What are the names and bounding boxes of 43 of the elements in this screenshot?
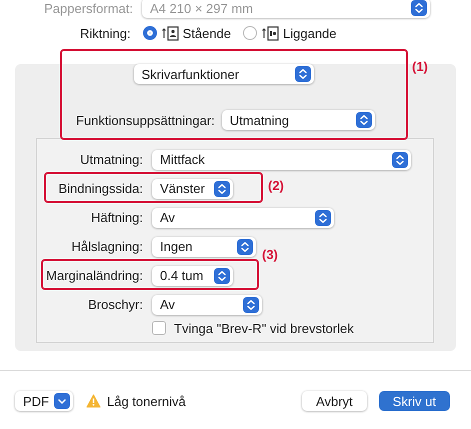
popup-button[interactable]: Av	[152, 294, 262, 314]
field-label: Bindningssida:	[58, 181, 143, 196]
radio-button[interactable]	[142, 26, 157, 40]
chevron-icon	[237, 238, 253, 254]
chevron-icon	[392, 152, 408, 168]
callout-label: (3)	[262, 247, 278, 262]
portrait-page-icon	[160, 25, 179, 41]
popup-button[interactable]: Av	[152, 208, 334, 228]
field-label: Marginaländring:	[46, 268, 143, 283]
chevron-icon	[294, 66, 310, 82]
chevron-icon	[243, 296, 259, 312]
field-label: Utmatning:	[80, 152, 143, 167]
chevron-icon	[54, 393, 70, 409]
option-label: Stående	[182, 26, 232, 40]
popup-button[interactable]: Skrivarfunktioner	[134, 64, 314, 84]
checkbox[interactable]	[152, 321, 166, 335]
chevron-icon	[214, 180, 230, 196]
cancel-button[interactable]: Avbryt	[302, 391, 367, 411]
option-label: Liggande	[283, 26, 337, 40]
popup-button[interactable]: Utmatning	[222, 110, 375, 130]
popup-button[interactable]: Mittfack	[152, 150, 411, 170]
pdf-menu-button[interactable]: PDF	[15, 391, 73, 411]
chevron-icon	[411, 0, 427, 16]
warning-text: Låg tonernivå	[107, 394, 186, 408]
callout-label: (2)	[268, 178, 284, 193]
field-label: Broschyr:	[88, 297, 143, 312]
field-label: Hålslagning:	[71, 239, 143, 254]
chevron-icon	[315, 210, 331, 226]
popup-button[interactable]: 0.4 tum	[152, 266, 233, 286]
radio-button[interactable]	[243, 26, 258, 40]
callout-label: (1)	[412, 59, 428, 74]
field-label: Häftning:	[90, 210, 143, 225]
field-label: Pappersformat:	[43, 0, 133, 16]
field-label: Funktionsuppsättningar:	[76, 112, 215, 128]
field-label: Riktning:	[80, 26, 131, 40]
landscape-page-icon	[261, 25, 280, 41]
warning-icon	[86, 394, 101, 408]
chevron-icon	[214, 268, 230, 284]
popup-button[interactable]: Ingen	[152, 236, 256, 256]
chevron-icon	[356, 112, 372, 128]
checkbox-label: Tvinga "Brev-R" vid brevstorlek	[174, 320, 354, 336]
print-button[interactable]: Skriv ut	[378, 391, 450, 411]
popup-button[interactable]: Vänster	[152, 178, 233, 198]
